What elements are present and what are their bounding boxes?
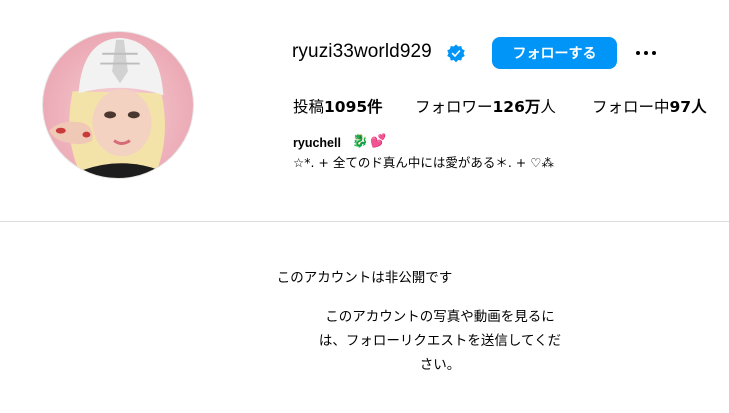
profile-username: ryuzi33world929 bbox=[292, 41, 432, 62]
following-label: フォロー中 bbox=[592, 98, 670, 116]
posts-label: 投稿 bbox=[293, 98, 325, 116]
more-dot bbox=[636, 51, 640, 55]
posts-value: 1095件 bbox=[324, 98, 383, 116]
section-divider bbox=[0, 221, 729, 222]
bio-text: ☆*. + 全てのド真ん中には愛がある＊. + ♡⁂ bbox=[293, 155, 554, 170]
more-options-icon[interactable] bbox=[633, 41, 659, 65]
private-account-description: このアカウントの写真や動画を見るには、フォローリクエストを送信してください。 bbox=[318, 309, 562, 373]
profile-page: ryuzi33world929 フォローする 投稿1095件 フォロワー126万… bbox=[0, 0, 729, 413]
followers-value: 126万 bbox=[492, 98, 541, 116]
avatar[interactable] bbox=[42, 31, 194, 179]
following-count[interactable]: フォロー中97人 bbox=[592, 95, 707, 117]
follow-button[interactable]: フォローする bbox=[492, 37, 617, 69]
bio-name: ryuchell bbox=[293, 136, 341, 150]
avatar-image bbox=[48, 37, 165, 178]
followers-count[interactable]: フォロワー126万人 bbox=[415, 95, 556, 117]
more-dot bbox=[644, 51, 648, 55]
followers-suffix: 人 bbox=[540, 98, 556, 116]
dragon-emoji-icon: 🐉 bbox=[352, 134, 369, 149]
more-dot bbox=[652, 51, 656, 55]
verified-badge-icon bbox=[447, 44, 465, 63]
followers-label: フォロワー bbox=[415, 98, 493, 116]
following-value: 97人 bbox=[669, 98, 707, 116]
posts-count: 投稿1095件 bbox=[293, 95, 383, 117]
private-account-title: このアカウントは非公開です bbox=[276, 270, 453, 286]
hearts-emoji-icon: 💕 bbox=[370, 134, 387, 149]
